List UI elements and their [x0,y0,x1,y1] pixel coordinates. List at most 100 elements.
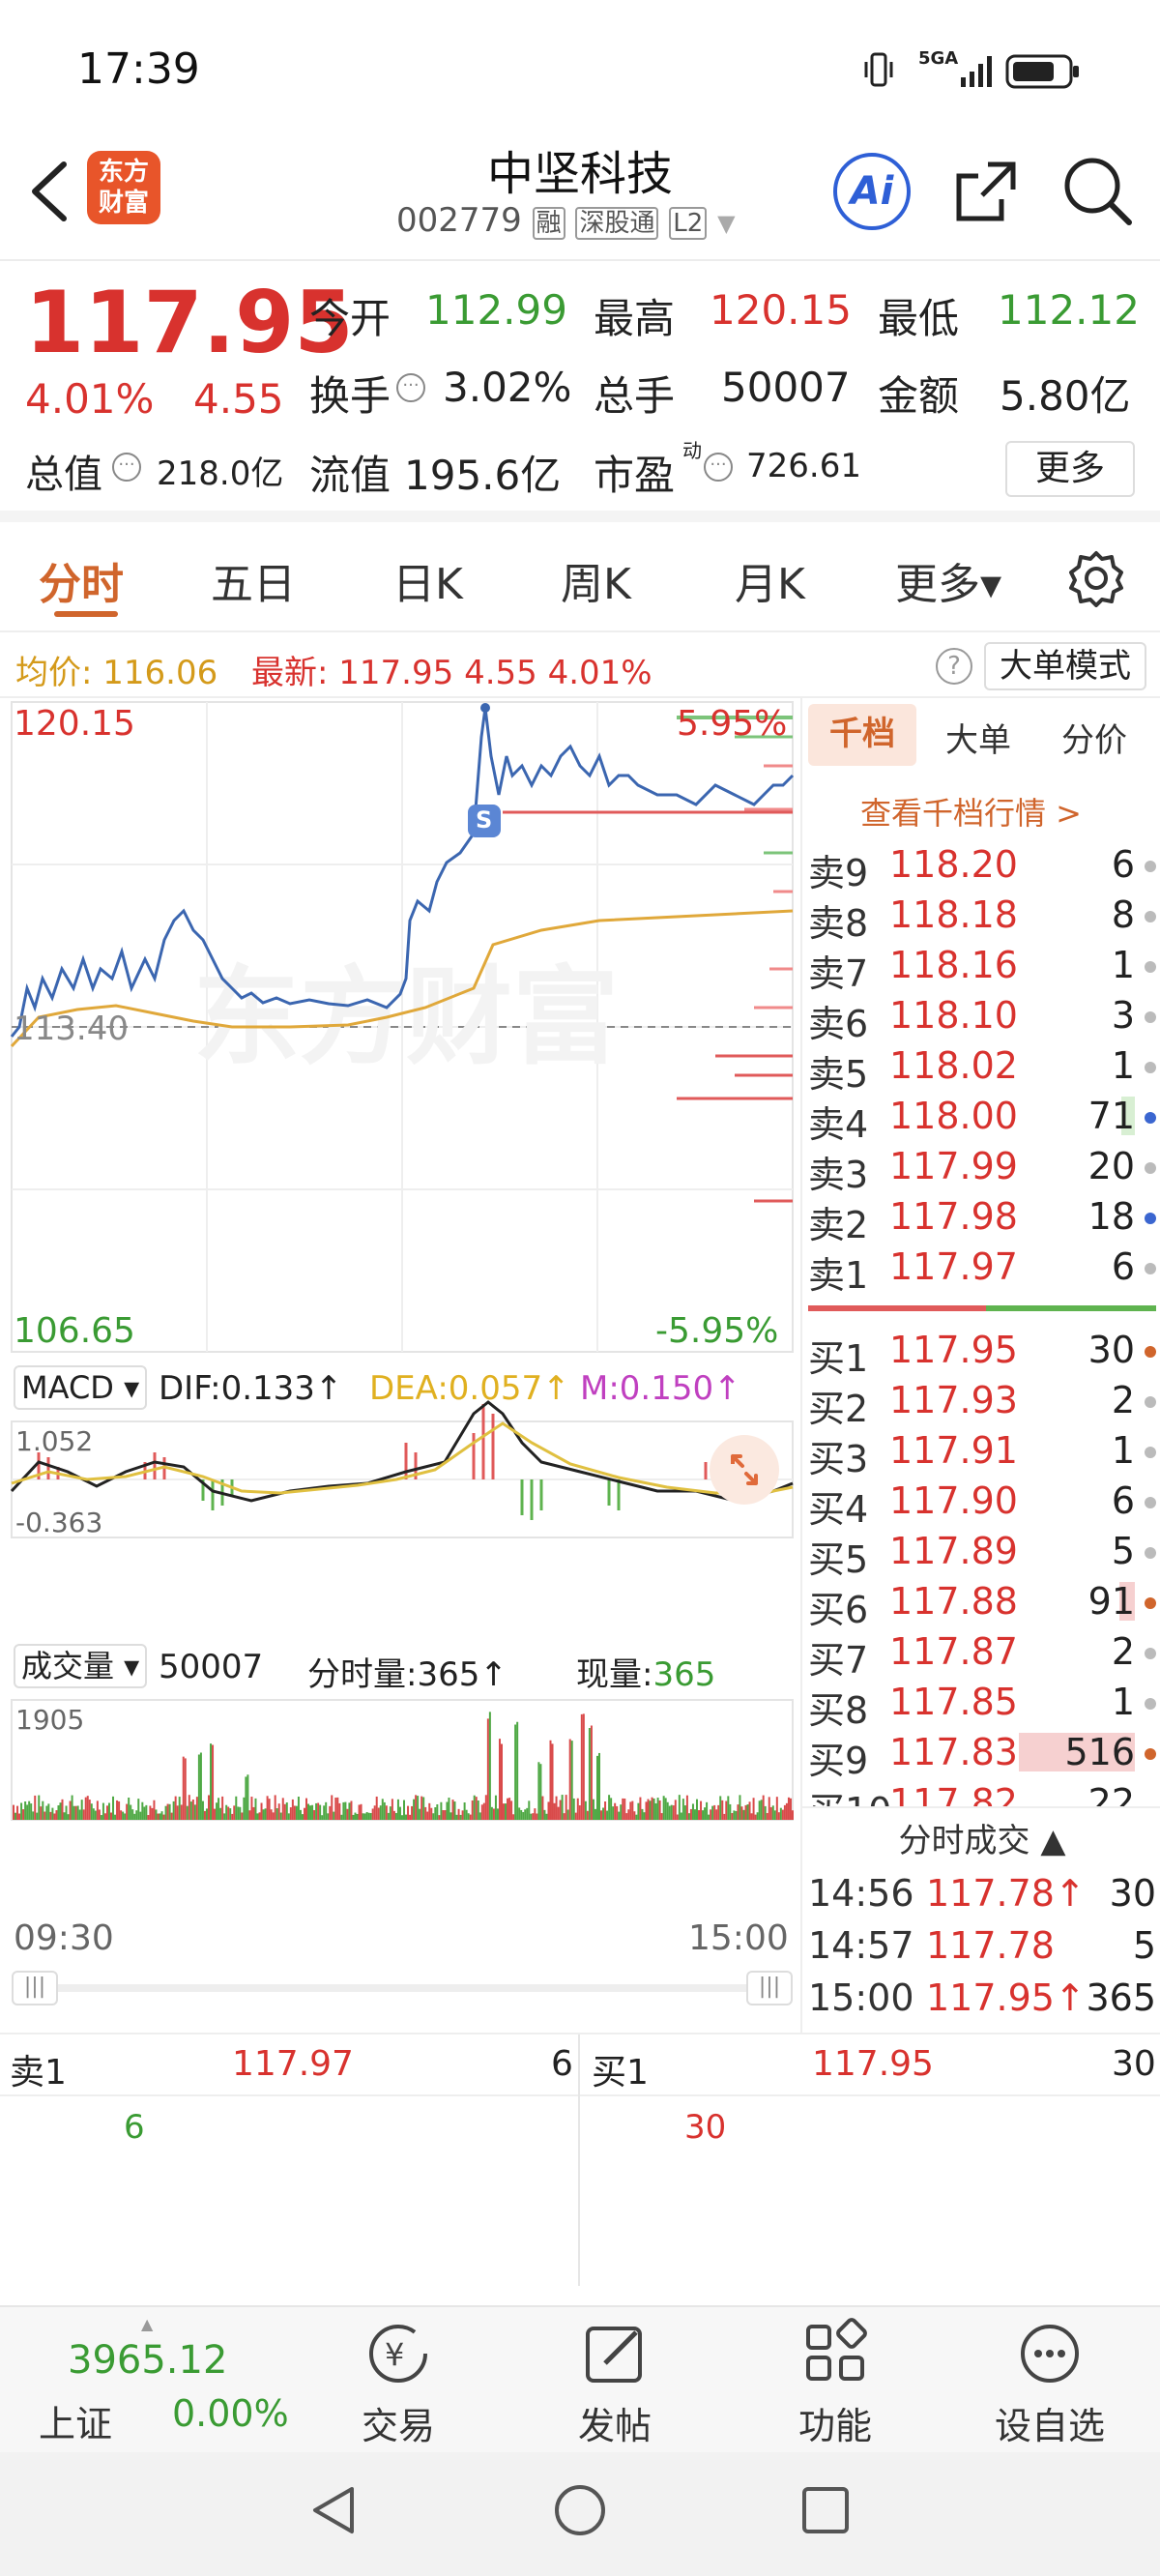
last-price: 117.95 [25,273,354,372]
latest-value: 117.95 [338,654,454,692]
index-name[interactable]: 上证 [39,2394,112,2447]
tab-5day[interactable]: 五日 [211,549,296,611]
ask-row-2[interactable]: 卖2 117.98 18 [802,1191,1160,1246]
scroll-handle-right[interactable]: ||| [746,1971,793,2005]
trade-row: 15:00 117.95↑ 365 [808,1976,1156,2019]
ask-row-9[interactable]: 卖9 118.20 6 [802,839,1160,894]
ai-button[interactable]: Ai [833,153,911,230]
badge-margin: 融 [532,207,566,240]
ask-row-8[interactable]: 卖8 118.18 8 [802,890,1160,945]
bid-row-10[interactable]: 买10117.8222 [802,1777,1160,1806]
sys-home-icon[interactable] [551,2481,609,2539]
bid-row-8[interactable]: 买8 117.85 1 [802,1677,1160,1732]
info-icon[interactable]: ··· [112,453,141,482]
edit-icon [586,2327,642,2383]
l2-ask-vol: 6 [551,2044,573,2084]
share-icon[interactable] [949,155,1023,232]
mktcap-label: 总值 [25,453,102,497]
volume-now-value: 365 [652,1655,716,1694]
ask-row-6[interactable]: 卖6 118.10 3 [802,990,1160,1045]
volume-value: 50007 [721,364,851,411]
tab-daily-k[interactable]: 日K [392,549,463,611]
sys-back-icon[interactable] [305,2481,363,2539]
macd-dif: DIF:0.133↑ [159,1369,343,1408]
amount-value: 5.80亿 [1000,372,1131,420]
ask-row-1[interactable]: 卖1 117.97 6 [802,1242,1160,1297]
bid-row-7[interactable]: 买7 117.87 2 [802,1626,1160,1682]
title-bar: 东方 财富 中坚科技 002779 融 深股通 L2 ▼ Ai [0,135,1160,261]
volume-dropdown[interactable]: 成交量 ▾ [14,1644,148,1688]
trades-header[interactable]: 分时成交 ▲ [802,1814,1160,1861]
expand-icon[interactable] [710,1435,779,1505]
ask-row-5[interactable]: 卖5 118.02 1 [802,1040,1160,1096]
volume-top-label: 1905 [15,1704,85,1736]
tab-weekly-k[interactable]: 周K [561,549,631,611]
bid-row-9[interactable]: 买9 117.83 516 [802,1727,1160,1782]
chart-mid-label: 113.40 [14,1010,129,1048]
large-order-mode-button[interactable]: 大单模式 [984,642,1146,690]
badge-l2: L2 [669,207,708,240]
avg-label: 均价: [15,654,93,692]
level2-queue: 卖1 117.97 6 买1 117.95 30 6 30 [0,2033,1160,2286]
status-bar: 17:39 5GA [0,0,1160,135]
l2-bid-queue-item: 30 [684,2108,727,2147]
svg-text:¥: ¥ [385,2336,404,2373]
latest-price: 最新: 117.95 4.55 4.01% [251,646,652,693]
tab-price-distribution[interactable]: 分价 [1061,714,1127,761]
nav-functions[interactable]: 功能 [758,2317,913,2449]
view-depth-link[interactable]: 查看千档行情 > [860,789,1082,834]
bid-row-2[interactable]: 买2 117.93 2 [802,1375,1160,1430]
bid-row-1[interactable]: 买1 117.95 30 [802,1325,1160,1380]
macd-dropdown[interactable]: MACD ▾ [14,1365,148,1410]
chart-pct-up: 5.95% [677,704,788,744]
ask-row-3[interactable]: 卖3 117.99 20 [802,1141,1160,1196]
tab-monthly-k[interactable]: 月K [735,549,805,611]
high-label: 最高 [594,295,676,342]
mktcap-value: 218.0亿 [157,454,284,493]
book-ratio-sell [808,1305,986,1311]
avg-value: 116.06 [102,654,218,692]
trade-row: 14:57 117.78 5 [808,1924,1156,1967]
help-icon[interactable]: ? [936,648,972,685]
s-marker[interactable]: S [476,806,492,834]
active-tab-indicator [54,611,118,617]
tab-intraday[interactable]: 分时 [39,549,124,611]
back-arrow-icon[interactable] [21,157,79,224]
time-end: 15:00 [688,1918,789,1958]
intraday-chart-area: 东方财富 120.15 5.95% 113.40 106.65 -5.95% S… [0,698,800,2033]
info-icon[interactable]: ··· [396,373,425,402]
network-label: 5GA [918,48,959,69]
bottom-nav: ▲ 3965.12 上证 0.00% ¥ 交易 发帖 功能 设自选 [0,2305,1160,2452]
sys-recents-icon[interactable] [797,2481,855,2539]
info-icon[interactable]: ··· [704,453,733,482]
index-up-arrow-icon: ▲ [141,2315,154,2333]
index-pct[interactable]: 0.00% [172,2392,289,2435]
grid-icon [806,2318,867,2381]
more-button[interactable]: 更多 [1005,441,1135,497]
nav-functions-label: 功能 [798,2405,872,2447]
scroll-handle-left[interactable]: ||| [12,1971,58,2005]
open-label: 今开 [309,295,392,342]
tab-depth[interactable]: 千档 [808,704,916,766]
nav-trade[interactable]: ¥ 交易 [321,2317,476,2449]
tab-large-orders[interactable]: 大单 [945,714,1011,761]
nav-post-label: 发帖 [577,2405,652,2447]
bid-row-5[interactable]: 买5 117.89 5 [802,1526,1160,1581]
search-icon[interactable] [1059,153,1137,234]
trade-row: 14:56 117.78↑ 30 [808,1872,1156,1915]
nav-post[interactable]: 发帖 [537,2317,692,2449]
tab-more[interactable]: 更多▾ [895,549,1001,611]
high-marker [480,703,490,713]
app-logo[interactable]: 东方 财富 [87,151,160,224]
logo-text-bottom: 财富 [98,189,149,218]
ask-row-7[interactable]: 卖7 118.16 1 [802,940,1160,995]
nav-add-watchlist[interactable]: 设自选 [972,2317,1127,2449]
caret-down-icon[interactable]: ▼ [717,210,735,237]
bid-row-3[interactable]: 买3 117.91 1 [802,1425,1160,1480]
chart-pct-down: -5.95% [655,1311,779,1351]
ask-row-4[interactable]: 卖4 118.00 71 [802,1091,1160,1146]
index-value[interactable]: 3965.12 [68,2338,227,2383]
settings-gear-icon[interactable] [1067,549,1125,611]
bid-row-6[interactable]: 买6 117.88 91 [802,1576,1160,1631]
bid-row-4[interactable]: 买4 117.90 6 [802,1476,1160,1531]
